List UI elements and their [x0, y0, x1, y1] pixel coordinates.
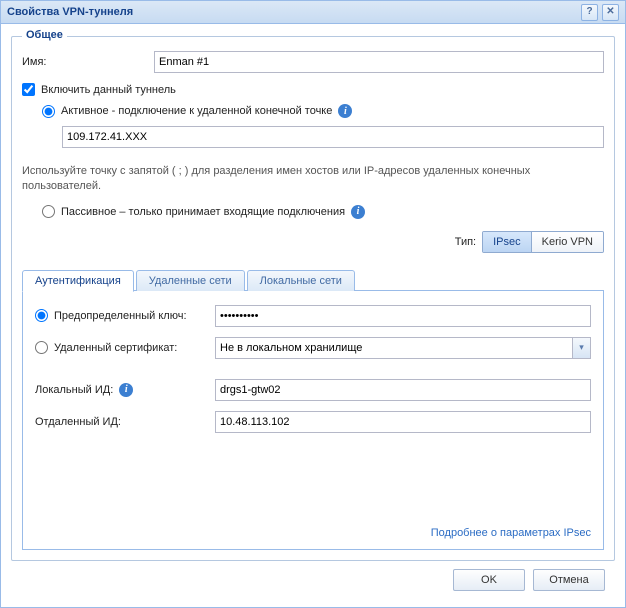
cancel-button[interactable]: Отмена	[533, 569, 605, 591]
name-label: Имя:	[22, 56, 154, 68]
local-id-label: Локальный ИД:	[35, 384, 113, 396]
titlebar: Свойства VPN-туннеля ? ✕	[1, 1, 625, 24]
name-row: Имя:	[22, 51, 604, 73]
tab-strip: Аутентификация Удаленные сети Локальные …	[22, 267, 604, 291]
passive-mode-label: Пассивное – только принимает входящие по…	[61, 206, 345, 218]
cert-row: Удаленный сертификат: Не в локальном хра…	[35, 337, 591, 359]
psk-input[interactable]	[215, 305, 591, 327]
active-mode-label: Активное - подключение к удаленной конеч…	[61, 105, 332, 117]
dialog-body: Общее Имя: Включить данный туннель Актив…	[1, 24, 625, 607]
remote-id-label: Отдаленный ИД:	[35, 416, 121, 428]
type-ipsec-button[interactable]: IPsec	[483, 232, 531, 252]
close-button[interactable]: ✕	[602, 4, 619, 21]
tab-local-networks[interactable]: Локальные сети	[247, 270, 355, 291]
remote-id-row: Отдаленный ИД:	[35, 411, 591, 433]
type-row: Тип: IPsec Kerio VPN	[22, 231, 604, 253]
remote-id-label-wrap: Отдаленный ИД:	[35, 416, 215, 428]
name-input[interactable]	[154, 51, 604, 73]
help-button[interactable]: ?	[581, 4, 598, 21]
ok-button[interactable]: OK	[453, 569, 525, 591]
local-id-input[interactable]	[215, 379, 591, 401]
active-mode-radio[interactable]	[42, 105, 55, 118]
psk-radio[interactable]	[35, 309, 48, 322]
enable-tunnel-checkbox[interactable]	[22, 83, 35, 96]
info-icon[interactable]: i	[338, 104, 352, 118]
enable-tunnel-row: Включить данный туннель	[22, 83, 604, 96]
vpn-tunnel-properties-window: Свойства VPN-туннеля ? ✕ Общее Имя: Вклю…	[0, 0, 626, 608]
enable-tunnel-label: Включить данный туннель	[41, 84, 176, 96]
type-label: Тип:	[455, 236, 476, 248]
tabs: Аутентификация Удаленные сети Локальные …	[22, 267, 604, 550]
cert-radio[interactable]	[35, 341, 48, 354]
tab-authentication[interactable]: Аутентификация	[22, 270, 134, 292]
endpoint-row	[62, 126, 604, 148]
tab-remote-networks[interactable]: Удаленные сети	[136, 270, 245, 291]
general-legend: Общее	[22, 29, 67, 41]
passive-mode-row: Пассивное – только принимает входящие по…	[42, 205, 604, 219]
general-fieldset: Общее Имя: Включить данный туннель Актив…	[11, 36, 615, 561]
type-keriovpn-button[interactable]: Kerio VPN	[531, 232, 603, 252]
remote-id-input[interactable]	[215, 411, 591, 433]
active-mode-row: Активное - подключение к удаленной конеч…	[42, 104, 604, 118]
info-icon[interactable]: i	[119, 383, 133, 397]
endpoint-input[interactable]	[62, 126, 604, 148]
local-id-row: Локальный ИД: i	[35, 379, 591, 401]
ipsec-more-link[interactable]: Подробнее о параметрах IPsec	[431, 527, 591, 539]
tab-body-authentication: Предопределенный ключ: Удаленный сертифи…	[22, 291, 604, 550]
psk-label: Предопределенный ключ:	[54, 310, 187, 322]
info-icon[interactable]: i	[351, 205, 365, 219]
type-toggle: IPsec Kerio VPN	[482, 231, 604, 253]
dialog-footer: OK Отмена	[11, 561, 615, 599]
local-id-label-wrap: Локальный ИД: i	[35, 383, 215, 397]
ipsec-more-link-row: Подробнее о параметрах IPsec	[35, 519, 591, 539]
cert-label: Удаленный сертификат:	[54, 342, 177, 354]
cert-option: Удаленный сертификат:	[35, 341, 215, 354]
passive-mode-radio[interactable]	[42, 205, 55, 218]
endpoint-hint: Используйте точку с запятой ( ; ) для ра…	[22, 164, 604, 195]
window-title: Свойства VPN-туннеля	[7, 6, 133, 18]
psk-option: Предопределенный ключ:	[35, 309, 215, 322]
cert-select[interactable]: Не в локальном хранилище	[215, 337, 591, 359]
cert-select-wrap: Не в локальном хранилище ▾	[215, 337, 591, 359]
psk-row: Предопределенный ключ:	[35, 305, 591, 327]
